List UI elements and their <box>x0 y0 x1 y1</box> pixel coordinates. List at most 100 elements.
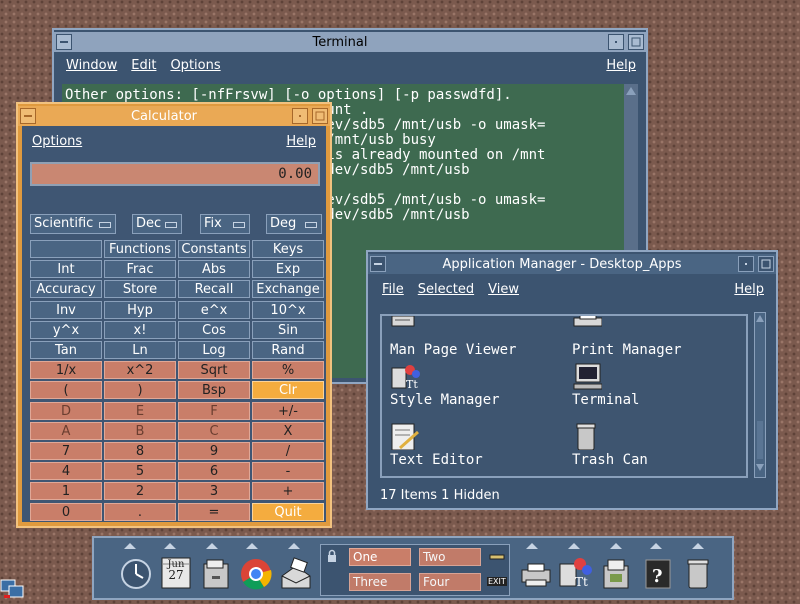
key-recall-button[interactable]: Recall <box>178 280 250 298</box>
key-10-x-button[interactable]: 10^x <box>252 301 324 319</box>
key-accuracy-button[interactable]: Accuracy <box>30 280 102 298</box>
key-quit-button[interactable]: Quit <box>252 503 324 521</box>
key-symbol-button[interactable]: - <box>252 462 324 480</box>
key-b-button[interactable]: B <box>104 422 176 440</box>
key-8-button[interactable]: 8 <box>104 442 176 460</box>
calendar-button[interactable]: Jun 27 <box>158 556 194 594</box>
key-inv-button[interactable]: Inv <box>30 301 102 319</box>
app-item-trash-can[interactable]: Trash Can <box>572 422 648 468</box>
key-bsp-button[interactable]: Bsp <box>178 381 250 399</box>
print-manager-button[interactable] <box>518 556 554 594</box>
calculator-window[interactable]: Calculator Options Help 0.00 Scientific … <box>16 102 332 528</box>
key-symbol-button[interactable]: % <box>252 361 324 379</box>
key-a-button[interactable]: A <box>30 422 102 440</box>
key-functions-button[interactable]: Functions <box>104 240 176 258</box>
workspace-four-button[interactable]: Four <box>419 573 481 591</box>
menu-file[interactable]: File <box>382 282 404 297</box>
key-blank-button[interactable] <box>30 240 102 258</box>
appmgr-titlebar[interactable]: Application Manager - Desktop_Apps <box>368 254 776 274</box>
key-1-button[interactable]: 1 <box>30 482 102 500</box>
mail-button[interactable] <box>278 556 314 594</box>
key-y-x-button[interactable]: y^x <box>30 321 102 339</box>
key-f-button[interactable]: F <box>178 402 250 420</box>
web-browser-button[interactable] <box>238 556 274 594</box>
menu-options[interactable]: Options <box>32 134 82 149</box>
menu-window[interactable]: Window <box>66 58 117 73</box>
menu-help[interactable]: Help <box>286 134 316 149</box>
menu-help[interactable]: Help <box>606 58 636 73</box>
app-item-text-editor[interactable]: Text Editor <box>390 422 483 468</box>
app-item-print-manager[interactable]: Print Manager <box>572 316 682 358</box>
subpanel-arrow-icon[interactable] <box>518 542 546 550</box>
key-5-button[interactable]: 5 <box>104 462 176 480</box>
key-x-2-button[interactable]: x^2 <box>104 361 176 379</box>
calculator-titlebar[interactable]: Calculator <box>18 106 330 126</box>
subpanel-arrow-icon[interactable] <box>116 542 144 550</box>
key-symbol-button[interactable]: . <box>104 503 176 521</box>
key-log-button[interactable]: Log <box>178 341 250 359</box>
key-e-button[interactable]: E <box>104 402 176 420</box>
key-exp-button[interactable]: Exp <box>252 260 324 278</box>
minimize-button[interactable] <box>292 108 308 124</box>
key-int-button[interactable]: Int <box>30 260 102 278</box>
app-item-terminal[interactable]: Terminal <box>572 362 639 408</box>
minimize-button[interactable] <box>608 34 624 50</box>
mode-select-scientific[interactable]: Scientific <box>30 214 116 234</box>
calculator-display[interactable]: 0.00 <box>30 162 320 186</box>
key-symbol-button[interactable]: + <box>252 482 324 500</box>
menu-view[interactable]: View <box>488 282 519 297</box>
base-select[interactable]: Dec <box>132 214 182 234</box>
app-manager-button[interactable] <box>598 556 634 594</box>
maximize-button[interactable] <box>628 34 644 50</box>
key-e-x-button[interactable]: e^x <box>178 301 250 319</box>
key-exchange-button[interactable]: Exchange <box>252 280 324 298</box>
menu-options[interactable]: Options <box>170 58 220 73</box>
menu-edit[interactable]: Edit <box>131 58 156 73</box>
key-symbol-button[interactable]: / <box>252 442 324 460</box>
app-item-style-manager[interactable]: Tt Style Manager <box>390 362 500 408</box>
window-menu-button[interactable] <box>20 108 36 124</box>
workspace-one-button[interactable]: One <box>349 548 411 566</box>
key-c-button[interactable]: C <box>178 422 250 440</box>
key-7-button[interactable]: 7 <box>30 442 102 460</box>
application-manager-window[interactable]: Application Manager - Desktop_Apps File … <box>366 250 778 510</box>
terminal-titlebar[interactable]: Terminal <box>54 32 646 52</box>
key-9-button[interactable]: 9 <box>178 442 250 460</box>
key-6-button[interactable]: 6 <box>178 462 250 480</box>
subpanel-arrow-icon[interactable] <box>238 542 266 550</box>
key-sin-button[interactable]: Sin <box>252 321 324 339</box>
subpanel-arrow-icon[interactable] <box>642 542 670 550</box>
key-symbol-button[interactable]: +/- <box>252 402 324 420</box>
workspace-three-button[interactable]: Three <box>349 573 411 591</box>
key-abs-button[interactable]: Abs <box>178 260 250 278</box>
key-hyp-button[interactable]: Hyp <box>104 301 176 319</box>
subpanel-arrow-icon[interactable] <box>602 542 630 550</box>
style-manager-button[interactable]: Tt <box>558 556 594 594</box>
subpanel-arrow-icon[interactable] <box>684 542 712 550</box>
subpanel-arrow-icon[interactable] <box>156 542 184 550</box>
notation-select[interactable]: Fix <box>200 214 250 234</box>
file-manager-button[interactable] <box>198 556 234 594</box>
clock-button[interactable] <box>118 556 154 594</box>
app-icon-view[interactable]: Man Page Viewer Print Manager Tt Style M… <box>380 314 748 478</box>
window-menu-button[interactable] <box>370 256 386 272</box>
app-item-man-page-viewer[interactable]: Man Page Viewer <box>390 316 516 358</box>
key-1-x-button[interactable]: 1/x <box>30 361 102 379</box>
key-keys-button[interactable]: Keys <box>252 240 324 258</box>
help-manager-button[interactable]: ? <box>640 556 676 594</box>
subpanel-arrow-icon[interactable] <box>198 542 226 550</box>
trash-button[interactable] <box>680 556 716 594</box>
key-symbol-button[interactable]: ) <box>104 381 176 399</box>
subpanel-arrow-icon[interactable] <box>280 542 308 550</box>
key-constants-button[interactable]: Constants <box>178 240 250 258</box>
window-menu-button[interactable] <box>56 34 72 50</box>
key-cos-button[interactable]: Cos <box>178 321 250 339</box>
key-3-button[interactable]: 3 <box>178 482 250 500</box>
appmgr-scrollbar[interactable] <box>754 312 766 478</box>
subpanel-arrow-icon[interactable] <box>560 542 588 550</box>
key-0-button[interactable]: 0 <box>30 503 102 521</box>
maximize-button[interactable] <box>312 108 328 124</box>
key-tan-button[interactable]: Tan <box>30 341 102 359</box>
maximize-button[interactable] <box>758 256 774 272</box>
menu-help[interactable]: Help <box>734 282 764 297</box>
